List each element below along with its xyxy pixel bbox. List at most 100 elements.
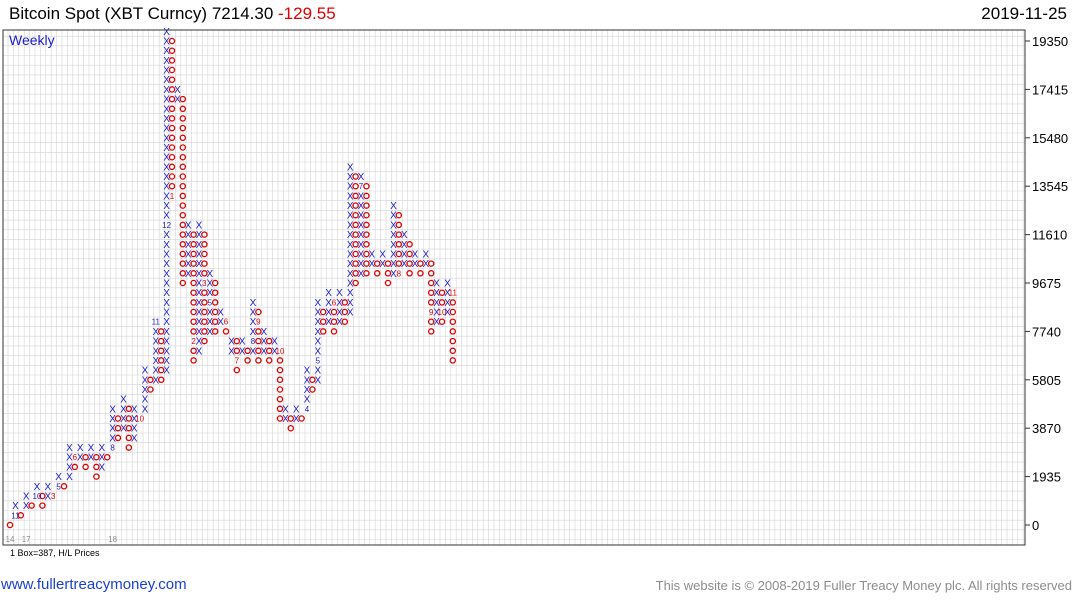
month-marker: 6 [73,453,78,462]
x-mark: X [314,337,321,348]
x-mark: X [314,366,321,377]
month-marker: 3 [202,279,207,288]
y-tick-label: 9675 [1032,276,1061,291]
x-mark: X [163,250,170,261]
x-mark: X [163,337,170,348]
y-tick-label: 19350 [1032,34,1068,49]
x-mark: X [163,269,170,280]
x-mark: X [163,230,170,241]
x-mark: X [163,201,170,212]
month-marker: 5 [56,482,61,491]
x-mark: X [379,250,386,261]
period-label: Weekly [9,32,55,48]
month-marker: 5 [208,298,213,307]
x-mark: X [412,250,419,261]
x-mark: X [196,346,203,357]
y-tick-label: 1935 [1032,470,1061,485]
x-mark: X [120,395,127,406]
x-mark: X [142,395,149,406]
x-mark: X [98,462,105,473]
x-mark: X [163,366,170,377]
y-tick-label: 15480 [1032,131,1068,146]
x-mark: X [163,317,170,328]
x-mark: X [433,279,440,290]
x-mark: X [163,240,170,251]
x-mark: X [88,443,95,454]
month-marker: 10 [33,492,42,501]
x-mark: X [293,404,300,415]
x-mark: X [163,27,170,38]
month-marker: 6 [332,298,337,307]
year-label: 17 [22,535,31,544]
x-mark: X [314,375,321,386]
x-mark: X [131,424,138,435]
month-marker: 7 [235,356,240,365]
y-tick-label: 0 [1032,518,1039,533]
x-mark: X [239,337,246,348]
x-mark: X [304,366,311,377]
y-tick-label: 11610 [1032,228,1067,243]
x-mark: X [163,259,170,270]
y-axis: 0 1935 3870 5805 7740 9675 11610 13545 15480 1741… [1025,34,1068,533]
x-mark: X [163,308,170,319]
month-marker: 3 [51,492,56,501]
month-marker: 10 [135,415,144,424]
x-mark: X [206,269,213,280]
month-marker: 11 [11,511,20,520]
month-marker: 9 [429,308,434,317]
y-tick-label: 7740 [1032,324,1061,339]
y-tick-label: 13545 [1032,179,1068,194]
x-mark: X [163,356,170,367]
x-mark: X [347,288,354,299]
x-mark: X [66,472,73,483]
month-marker: 8 [397,269,402,278]
x-mark: X [196,220,203,231]
x-mark: X [390,201,397,212]
x-mark: X [174,85,181,96]
x-mark: X [422,250,429,261]
x-mark: X [163,298,170,309]
x-mark: X [347,308,354,319]
year-label: 14 [6,535,15,544]
x-mark: X [163,288,170,299]
x-mark: X [347,162,354,173]
y-tick-label: 17415 [1032,82,1068,97]
month-marker: 5 [316,356,321,365]
x-mark: X [347,298,354,309]
month-marker: 7 [359,182,364,191]
x-mark: X [77,443,84,454]
month-marker: 9 [256,318,261,327]
month-marker: 11 [449,289,458,298]
x-mark: X [401,230,408,241]
x-mark: X [314,298,321,309]
box-size-note: 1 Box=387, H/L Prices [10,548,100,558]
pnf-chart: X XXXXXX XXXXXXXXXXXXXXXXXXXXXXX XXXXXXXXXX… [2,27,1068,558]
month-marker: 10 [438,308,447,317]
x-mark: X [131,433,138,444]
month-marker: 2 [191,337,196,346]
x-mark: X [23,492,30,503]
y-tick-label: 5805 [1032,373,1061,388]
month-marker: 6 [224,318,229,327]
copyright-notice: This website is © 2008-2019 Fuller Treac… [655,578,1072,593]
month-marker: 1 [170,192,175,201]
x-mark: X [109,404,116,415]
x-mark: X [250,298,257,309]
site-link[interactable]: www.fullertreacymoney.com [1,576,187,593]
month-marker: 11 [152,318,161,327]
x-mark: X [163,279,170,290]
x-mark: X [282,404,289,415]
year-label: 18 [108,535,117,544]
month-marker: 12 [162,221,171,230]
x-mark: X [368,250,375,261]
month-marker: 4 [305,405,310,414]
x-mark: X [98,443,105,454]
x-mark: X [185,220,192,231]
x-mark: X [163,327,170,338]
y-tick-label: 3870 [1032,421,1061,436]
month-marker: 10 [276,347,285,356]
x-mark: X [142,366,149,377]
month-marker: 8 [110,444,115,453]
x-mark: X [163,346,170,357]
month-marker: 8 [251,337,256,346]
